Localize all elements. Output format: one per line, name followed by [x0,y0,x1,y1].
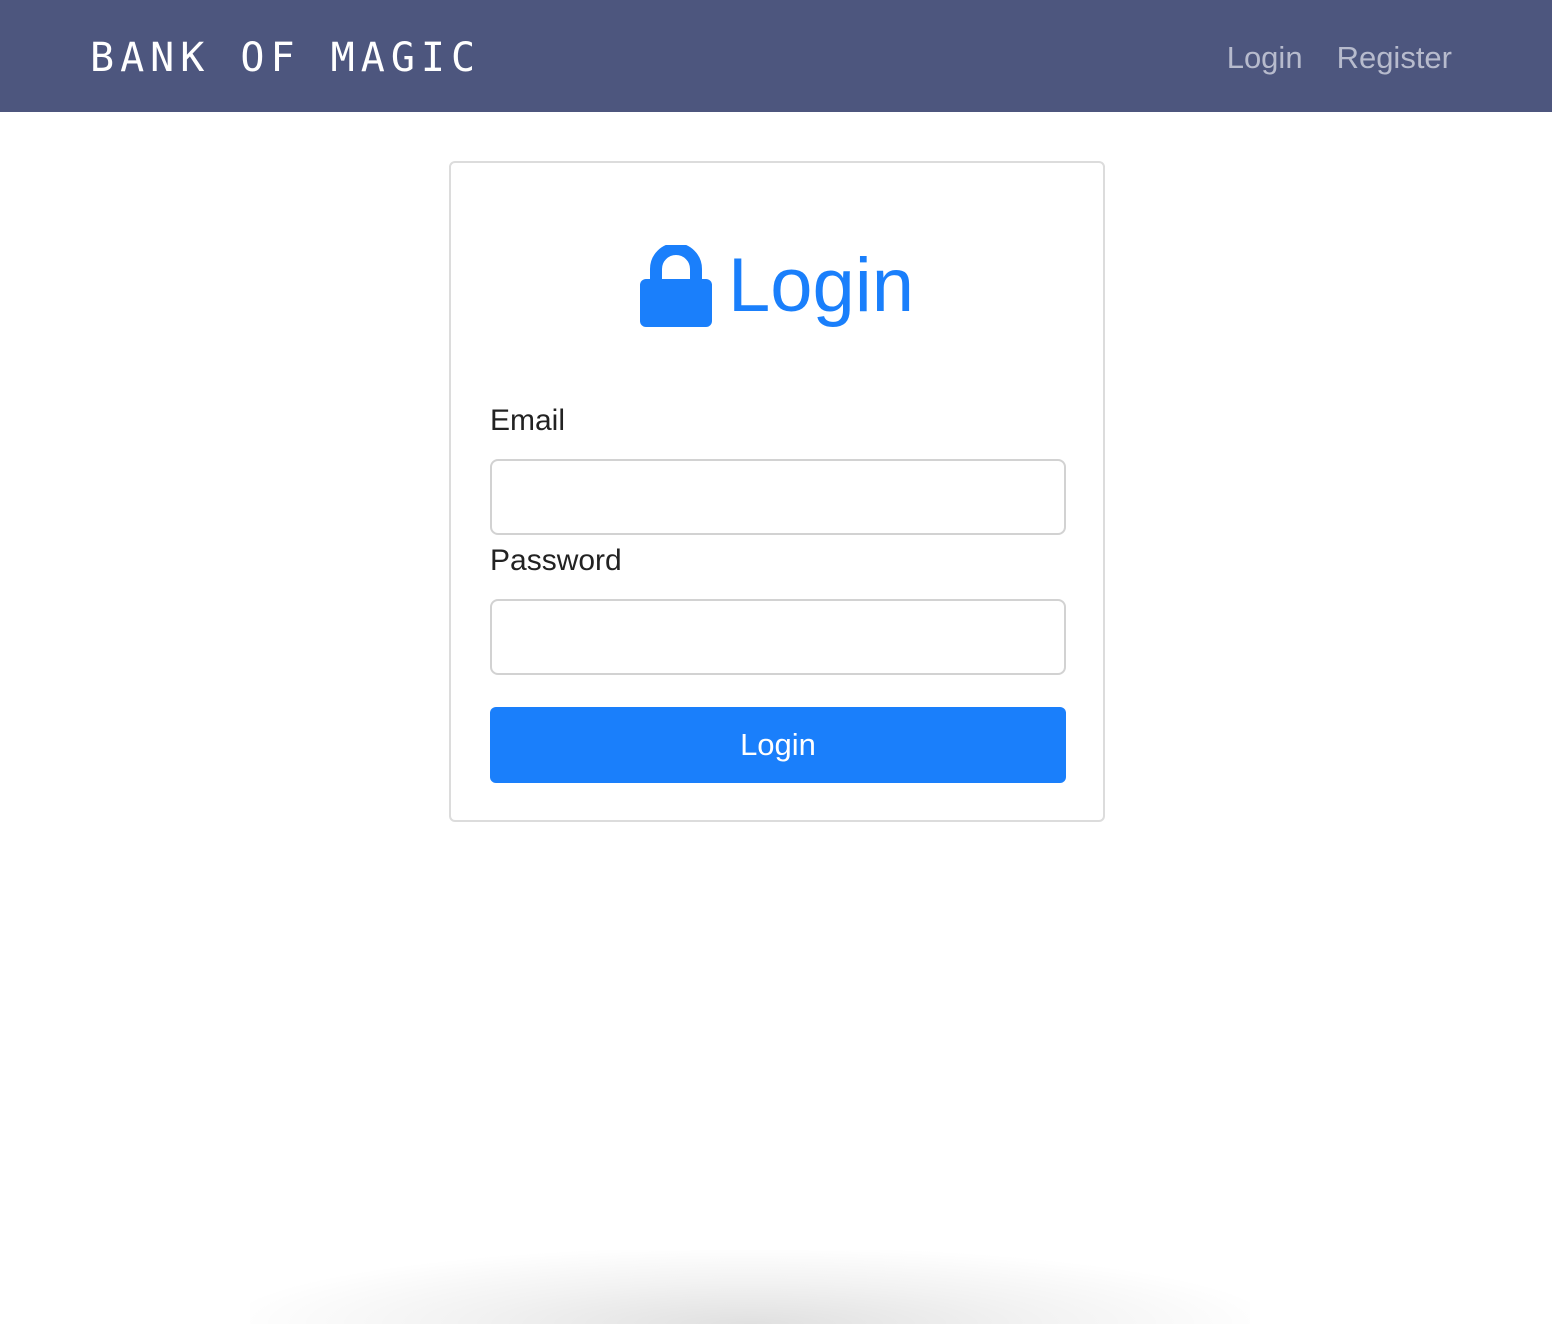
nav-links: Login Register [1227,36,1452,80]
login-heading: Login [451,241,1103,331]
password-field[interactable] [490,599,1066,675]
lock-icon [640,243,713,327]
login-button[interactable]: Login [490,707,1066,783]
password-label: Password [490,544,622,577]
login-card: Login Email Password Login [449,161,1105,822]
email-field[interactable] [490,459,1066,535]
nav-link-login[interactable]: Login [1227,40,1303,76]
nav-link-register[interactable]: Register [1337,40,1452,76]
brand-logo[interactable]: BANK OF MAGIC [90,34,481,82]
email-label: Email [490,404,566,437]
top-navbar: BANK OF MAGIC Login Register [0,0,1552,112]
login-title: Login [728,243,914,328]
window-bottom-shadow [250,1250,1250,1324]
